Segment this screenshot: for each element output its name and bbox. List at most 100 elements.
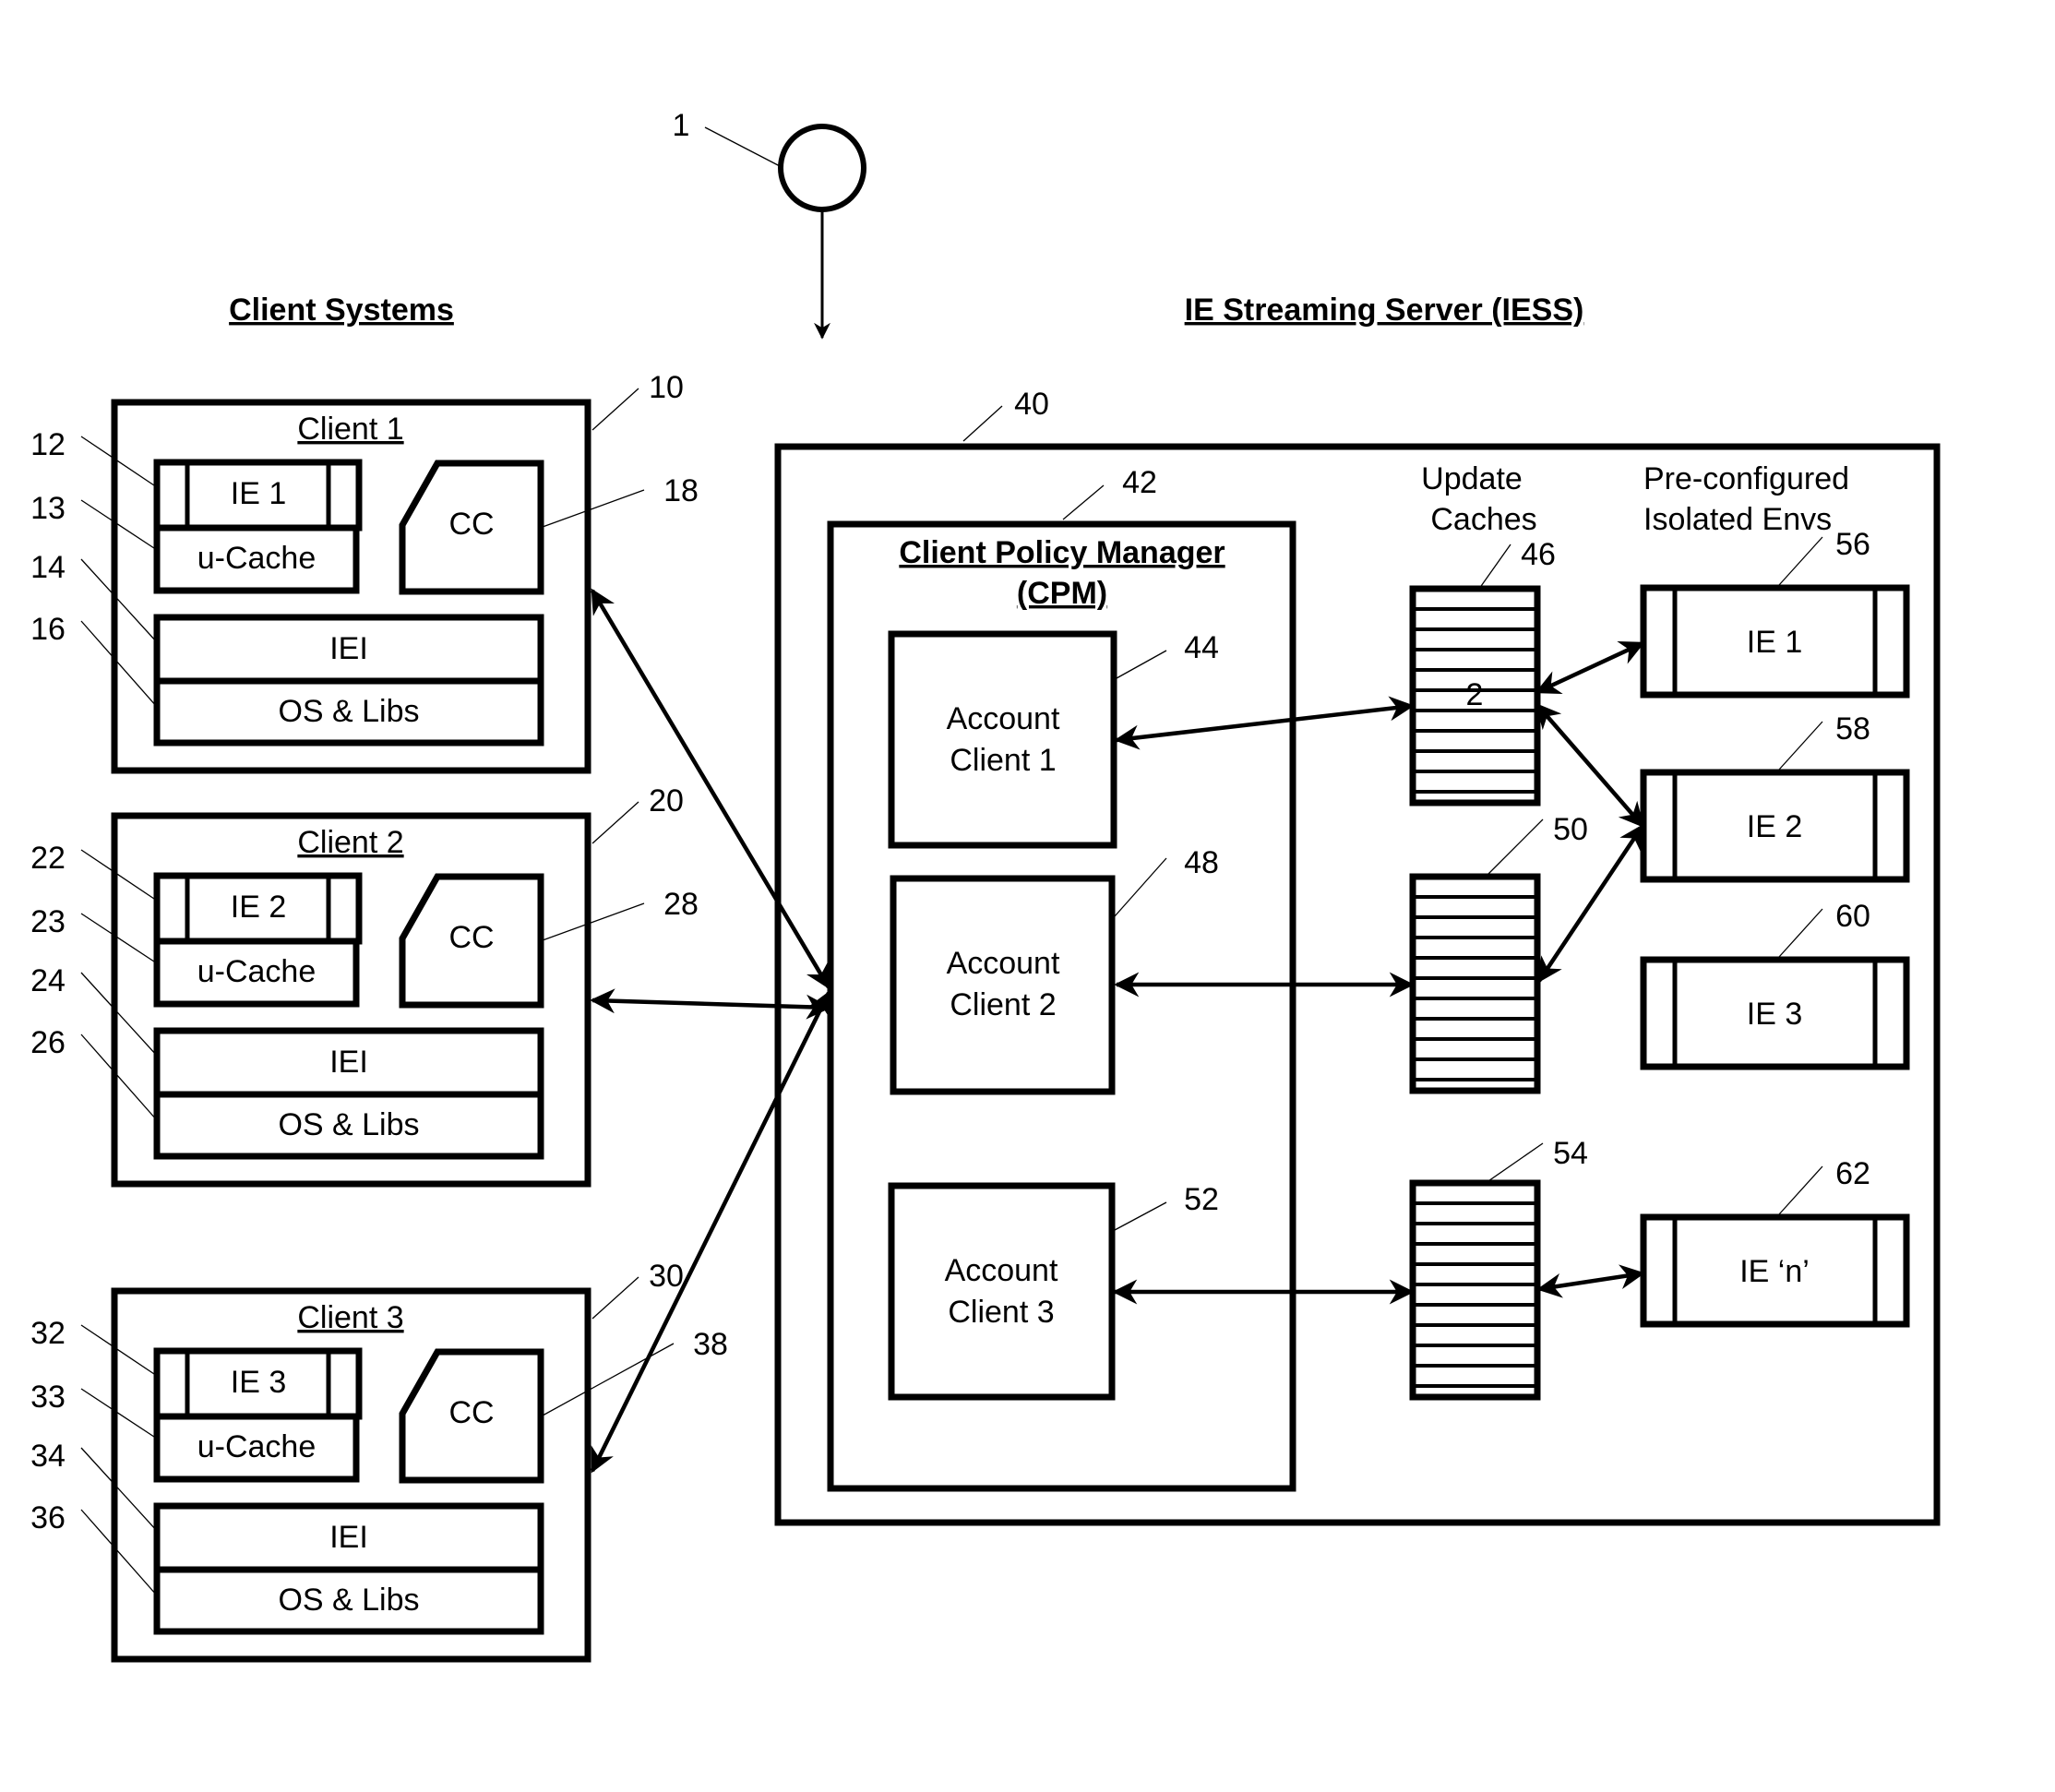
ie-label: IE 3 [231,1365,286,1400]
isolated-env-56[interactable]: IE 1 56 [1640,527,1910,699]
ref-number: 23 [30,904,66,939]
ref-number: 50 [1553,812,1588,847]
ref-number: 12 [30,427,66,462]
update-caches-title: Update [1421,461,1523,496]
account-box [888,1182,1116,1401]
account-client-2[interactable]: Account Client 2 48 [890,845,1219,1095]
ie-label: IE 1 [231,476,286,511]
iei-label: IEI [329,1520,368,1555]
ucache-label: u-Cache [197,1429,317,1464]
leader-line [80,1447,158,1532]
leader-line [1114,857,1167,917]
ref-number: 42 [1122,465,1157,500]
account-client-3[interactable]: Account Client 3 52 [888,1182,1219,1401]
start-circle-icon [778,124,866,212]
ref-number: 18 [663,473,699,508]
account-box [890,875,1116,1095]
ref-number: 52 [1184,1182,1219,1217]
iei-label: IEI [329,1045,368,1080]
ref-number: 28 [663,887,699,922]
client-title: Client 1 [297,412,403,447]
leader-line [1114,1201,1167,1231]
ref-number: 16 [30,612,66,647]
update-caches-title: Caches [1430,502,1536,537]
leader-line [1778,1165,1823,1215]
ref-number: 22 [30,841,66,876]
isolated-env-58[interactable]: IE 2 58 [1640,711,1910,883]
cpm-title: Client Policy Manager [899,535,1225,570]
isolated-envs-title: Isolated Envs [1643,502,1832,537]
account-label: Account [945,1253,1058,1288]
isolated-env-60[interactable]: IE 3 60 [1640,899,1910,1070]
client-systems-header: Client Systems [229,293,454,328]
arrow-cache54-ien [1536,1264,1645,1298]
ucache-label: u-Cache [197,541,317,576]
ref-number: 30 [649,1259,684,1294]
isolated-envs-title: Pre-configured [1643,461,1849,496]
ref-number: 33 [30,1380,66,1415]
leader-line [80,436,158,488]
account-label: Account [947,946,1060,981]
leader-line [704,126,781,167]
cc-label: CC [448,920,494,955]
os-libs-label: OS & Libs [278,1107,419,1142]
arrow-cache46-ie2 [1535,702,1644,829]
os-libs-label: OS & Libs [278,1583,419,1618]
ref-number: 54 [1553,1136,1588,1171]
account-client-1[interactable]: Account Client 1 44 [888,630,1219,849]
architecture-diagram: Client Systems IE Streaming Server (IESS… [30,108,1941,1663]
ref-number: 48 [1184,845,1219,880]
client-title: Client 3 [297,1300,403,1335]
server-header: IE Streaming Server (IESS) [1185,293,1584,328]
arrow-client1-cpm [591,588,830,990]
update-cache-54[interactable]: 54 [1409,1136,1588,1401]
leader-line [80,1324,158,1377]
arrow-account1-cache46 [1114,696,1415,750]
ie-label: IE 1 [1747,625,1802,660]
cc-label: CC [448,507,494,542]
account-label: Client 2 [950,987,1056,1022]
cpm-title-abbrev: (CPM) [1017,576,1107,611]
ref-number: 40 [1014,387,1049,422]
leader-line [80,1388,158,1440]
leader-line [80,972,158,1057]
ref-number: 32 [30,1316,66,1351]
account-box [888,630,1117,849]
ref-number: 38 [693,1327,728,1362]
ref-number: 1 [673,108,690,143]
account-label: Client 3 [948,1295,1054,1330]
cpm-frame [827,520,1296,1492]
account-label: Account [947,701,1060,736]
cc-label: CC [448,1395,494,1430]
ref-number: 62 [1835,1156,1870,1191]
arrow-cache46-ie1 [1535,640,1645,695]
leader-line [1778,536,1823,586]
leader-line [1478,544,1511,590]
ref-number: 24 [30,963,66,998]
client-policy-manager: 42 Client Policy Manager (CPM) Account C… [827,465,1296,1492]
update-cache-50[interactable]: 50 [1409,812,1588,1094]
leader-line [542,902,645,941]
ref-number: 60 [1835,899,1870,934]
arrow-cache50-ie2 [1537,823,1644,984]
ref-number: 14 [30,550,66,585]
ref-number: 20 [649,783,684,818]
client-title: Client 2 [297,825,403,860]
leader-line [962,405,1003,442]
arrow-client2-cpm [590,988,831,1020]
ie-label: IE 3 [1747,997,1802,1032]
ref-number: 58 [1835,711,1870,747]
leader-line [1062,484,1105,520]
ref-number: 13 [30,491,66,526]
ref-number: 56 [1835,527,1870,562]
ref-number: 10 [649,370,684,405]
isolated-env-62[interactable]: IE ‘n’ 62 [1640,1156,1910,1328]
leader-line [591,1276,639,1320]
leader-line [80,620,158,708]
start-node: 1 [673,108,866,340]
leader-line [542,489,645,528]
update-cache-46[interactable]: 2 46 [1409,537,1556,806]
server-box: 40 42 Client Policy Manager (CPM) Accoun… [774,387,1941,1526]
client-box-2: Client 2 IE 2 u-Cache CC IEI OS & Libs 22 23 24 2… [30,783,699,1188]
iei-label: IEI [329,631,368,666]
